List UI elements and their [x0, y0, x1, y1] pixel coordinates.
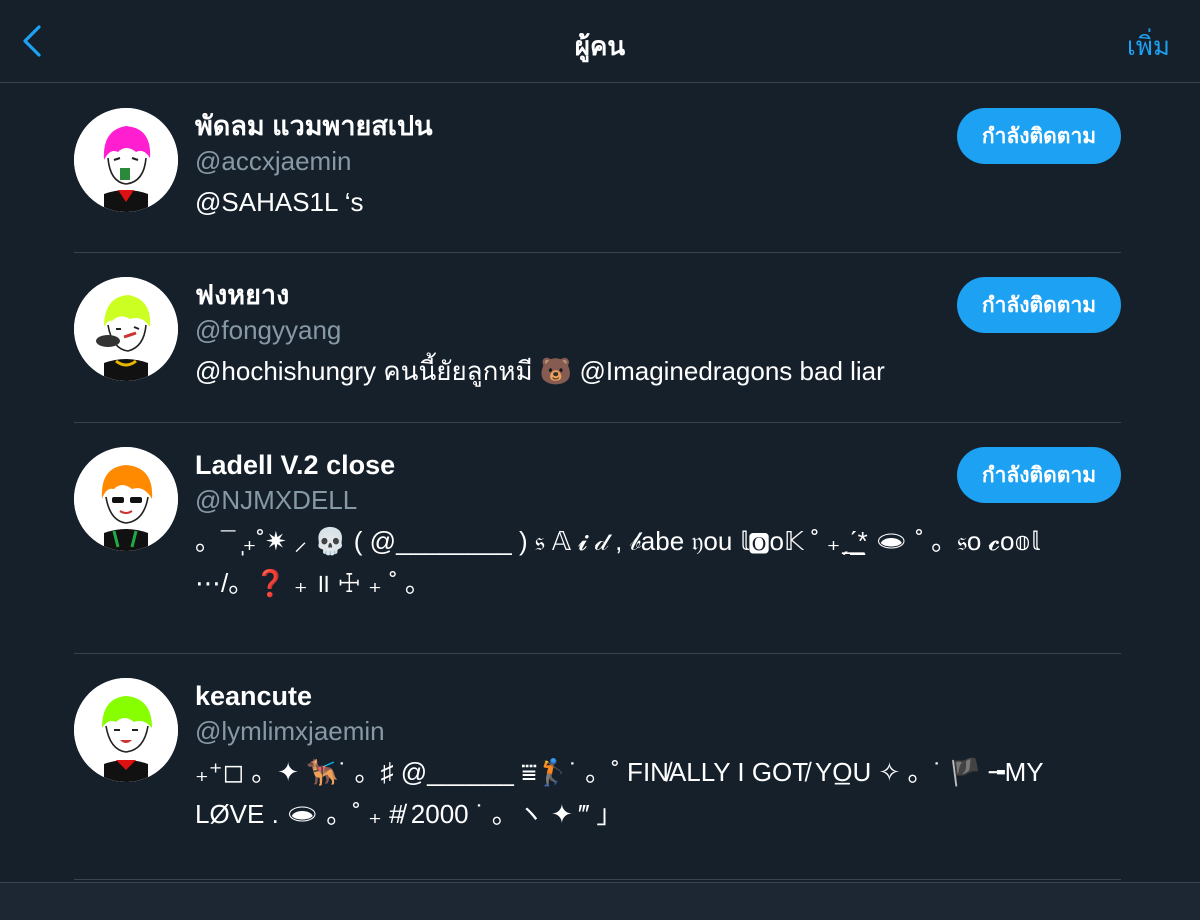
user-bio: ₊⁺◻︎ 。✦ 🐕‍🦺˙ 。♯ @______ ⩸🏌️˙ 。˚ FIN̸ALLY… [195, 757, 1044, 829]
user-bio: 。¯ ̩₊˚✷ ⸝ 💀 ( @________ ) 𝔰 𝔸 𝓲 𝒹 , 𝒷abe… [195, 526, 1040, 598]
top-navigation-bar: ผู้คน เพิ่ม [0, 0, 1200, 83]
following-button[interactable]: กำลังติดตาม [957, 108, 1121, 164]
people-list: พัดลม แวมพายสเปน @accxjaemin @SAHAS1L ‘s… [0, 84, 1200, 880]
avatar[interactable] [74, 277, 178, 381]
list-item[interactable]: พัดลม แวมพายสเปน @accxjaemin @SAHAS1L ‘s… [74, 84, 1121, 253]
add-button[interactable]: เพิ่ม [1127, 26, 1170, 67]
list-item[interactable]: Ladell V.2 close @NJMXDELL 。¯ ̩₊˚✷ ⸝ 💀 (… [74, 423, 1121, 654]
display-name[interactable]: keancute [195, 680, 1121, 712]
list-item[interactable]: keancute @lymlimxjaemin ₊⁺◻︎ 。✦ 🐕‍🦺˙ 。♯ … [74, 654, 1121, 880]
page-title: ผู้คน [574, 31, 626, 61]
following-button[interactable]: กำลังติดตาม [957, 277, 1121, 333]
following-button[interactable]: กำลังติดตาม [957, 447, 1121, 503]
user-handle: @lymlimxjaemin [195, 716, 385, 746]
avatar[interactable] [74, 447, 178, 551]
user-bio: @hochishungry คนนี้ยัยลูกหมี 🐻 @Imagined… [195, 356, 885, 386]
avatar[interactable] [74, 108, 178, 212]
avatar[interactable] [74, 678, 178, 782]
user-bio: @SAHAS1L ‘s [195, 187, 364, 217]
list-item[interactable]: ฟงหยาง @fongyyang @hochishungry คนนี้ยัย… [74, 253, 1121, 423]
bottom-bar [0, 882, 1200, 920]
user-info: keancute @lymlimxjaemin ₊⁺◻︎ 。✦ 🐕‍🦺˙ 。♯ … [195, 680, 1121, 835]
